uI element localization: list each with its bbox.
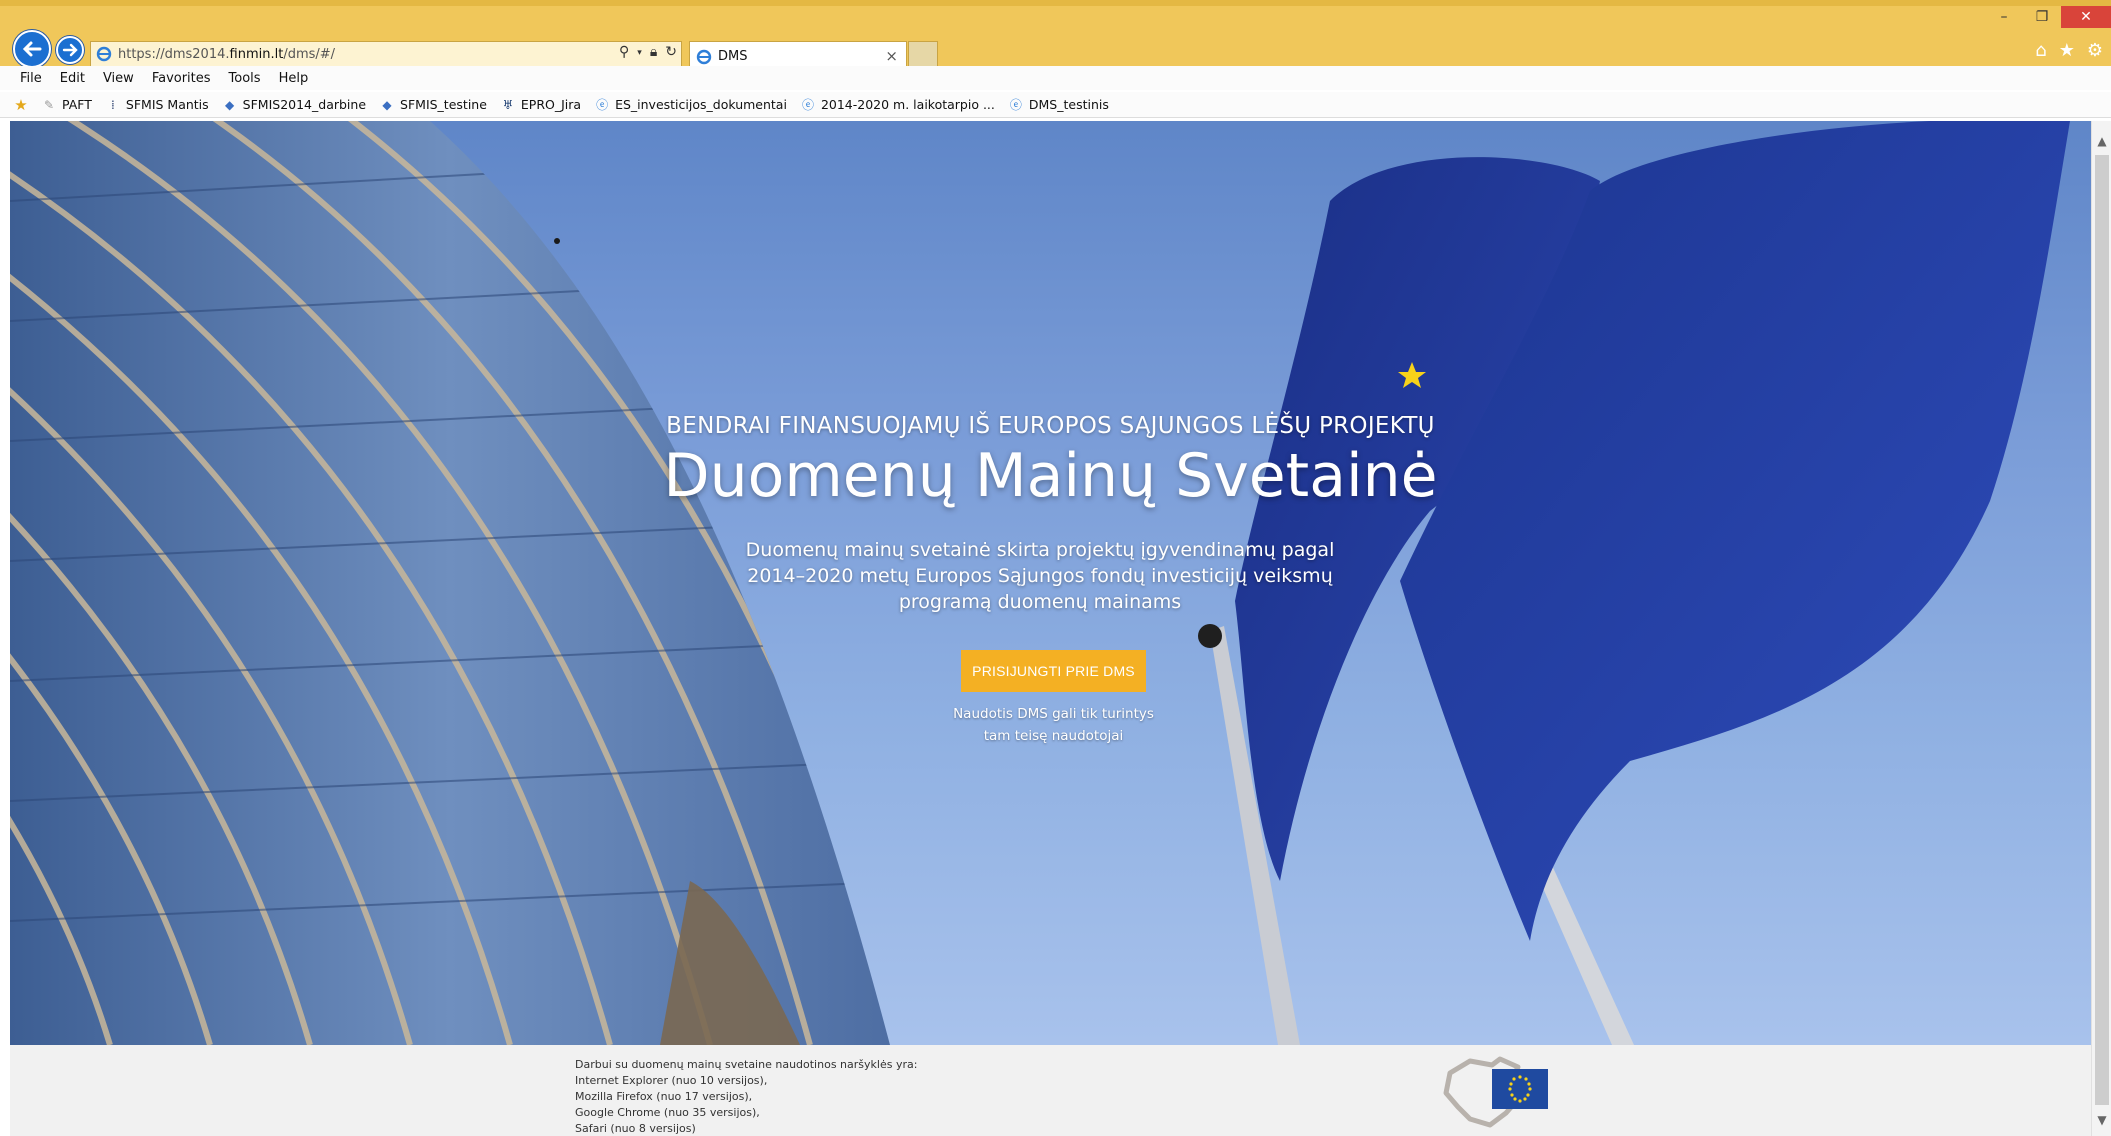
ie-page-icon: ⓔ — [1009, 98, 1022, 112]
browser-titlebar: https://dms2014.finmin.lt/dms/#/ ⚲ ▾ 🔒︎ … — [0, 0, 2111, 71]
favorites-star-icon[interactable]: ★ — [2059, 40, 2075, 61]
hero-subtitle: BENDRAI FINANSUOJAMŲ IŠ EUROPOS SĄJUNGOS… — [666, 413, 1435, 439]
menu-view[interactable]: View — [103, 71, 134, 86]
favorites-bar: ★ ✎ PAFT ⁞ SFMIS Mantis ◆ SFMIS2014_darbine… — [0, 92, 2111, 118]
sfmis-icon: ◆ — [382, 97, 392, 112]
favorite-2014-2020[interactable]: ⓔ 2014-2020 m. laikotarpio ... — [801, 97, 995, 112]
hero-description: Duomenų mainų svetainė skirta projektų į… — [745, 539, 1335, 613]
ie-page-icon — [96, 46, 112, 62]
scroll-down-icon[interactable]: ▼ — [2092, 1110, 2111, 1130]
access-note: Naudotis DMS gali tik turintys tam teisę… — [953, 706, 1154, 744]
supported-browsers-intro: Darbui su duomenų mainų svetaine naudoti… — [575, 1058, 918, 1071]
favorite-paft[interactable]: ✎ PAFT — [42, 97, 92, 112]
menu-tools[interactable]: Tools — [229, 71, 261, 86]
eu-lithuania-logo — [1443, 1056, 1548, 1128]
menu-favorites[interactable]: Favorites — [152, 71, 211, 86]
favorite-sfmis2014-darbine[interactable]: ◆ SFMIS2014_darbine — [223, 97, 366, 112]
ie-page-icon: ⓔ — [801, 98, 814, 112]
arrow-right-icon — [62, 43, 78, 57]
favorite-sfmis-mantis[interactable]: ⁞ SFMIS Mantis — [106, 97, 209, 112]
ie-page-icon — [696, 49, 712, 64]
scrollbar-thumb[interactable] — [2095, 155, 2109, 1105]
vertical-scrollbar[interactable]: ▲ ▼ — [2091, 121, 2111, 1136]
ie-page-icon: ⓔ — [596, 98, 609, 112]
menu-file[interactable]: File — [20, 71, 42, 86]
close-window-button[interactable]: ✕ — [2061, 6, 2111, 28]
favorite-es-investicijos[interactable]: ⓔ ES_investicijos_dokumentai — [595, 97, 787, 112]
sfmis-icon: ◆ — [225, 97, 235, 112]
search-icon[interactable]: ⚲ — [619, 44, 629, 60]
favorite-sfmis-testine[interactable]: ◆ SFMIS_testine — [380, 97, 487, 112]
restore-button[interactable]: ❐ — [2023, 6, 2061, 28]
paft-icon: ✎ — [43, 97, 55, 112]
browser-item: Safari (nuo 8 versijos) — [575, 1122, 696, 1135]
login-button[interactable]: PRISIJUNGTI PRIE DMS — [961, 650, 1146, 692]
page-viewport: BENDRAI FINANSUOJAMŲ IŠ EUROPOS SĄJUNGOS… — [10, 121, 2091, 1136]
address-bar[interactable]: https://dms2014.finmin.lt/dms/#/ ⚲ ▾ 🔒︎ … — [90, 41, 682, 67]
url-text: https://dms2014.finmin.lt/dms/#/ — [118, 46, 336, 62]
page-footer: Darbui su duomenų mainų svetaine naudoti… — [10, 1045, 2091, 1136]
page-title: Duomenų Mainų Svetainė — [663, 441, 1438, 511]
minimize-button[interactable]: – — [1985, 6, 2023, 28]
browser-item: Mozilla Firefox (nuo 17 versijos), — [575, 1090, 753, 1103]
browser-item: Google Chrome (nuo 35 versijos), — [575, 1106, 760, 1119]
hero-section: BENDRAI FINANSUOJAMŲ IŠ EUROPOS SĄJUNGOS… — [10, 121, 2091, 1045]
window-controls: – ❐ ✕ — [1985, 6, 2111, 28]
refresh-icon[interactable]: ↻ — [665, 44, 677, 60]
jira-icon: ♅ — [502, 97, 514, 112]
back-button[interactable] — [13, 30, 51, 68]
menu-bar: File Edit View Favorites Tools Help — [0, 66, 2111, 90]
browser-item: Internet Explorer (nuo 10 versijos), — [575, 1074, 768, 1087]
dropdown-icon[interactable]: ▾ — [637, 48, 642, 60]
close-tab-icon[interactable]: × — [885, 47, 898, 65]
lock-icon[interactable]: 🔒︎ — [650, 44, 657, 60]
add-favorites-icon[interactable]: ★ — [14, 96, 28, 114]
favorite-epro-jira[interactable]: ♅ EPRO_Jira — [501, 97, 582, 112]
tab-title: DMS — [718, 49, 748, 64]
home-icon[interactable]: ⌂ — [2035, 40, 2046, 61]
forward-button[interactable] — [56, 36, 84, 64]
menu-edit[interactable]: Edit — [60, 71, 85, 86]
menu-help[interactable]: Help — [279, 71, 309, 86]
arrow-left-icon — [22, 41, 42, 57]
supported-browsers: Darbui su duomenų mainų svetaine naudoti… — [575, 1057, 917, 1136]
mantis-icon: ⁞ — [110, 97, 115, 112]
scroll-up-icon[interactable]: ▲ — [2092, 131, 2111, 151]
gear-icon[interactable]: ⚙ — [2087, 40, 2103, 61]
favorite-dms-testinis[interactable]: ⓔ DMS_testinis — [1009, 97, 1109, 112]
